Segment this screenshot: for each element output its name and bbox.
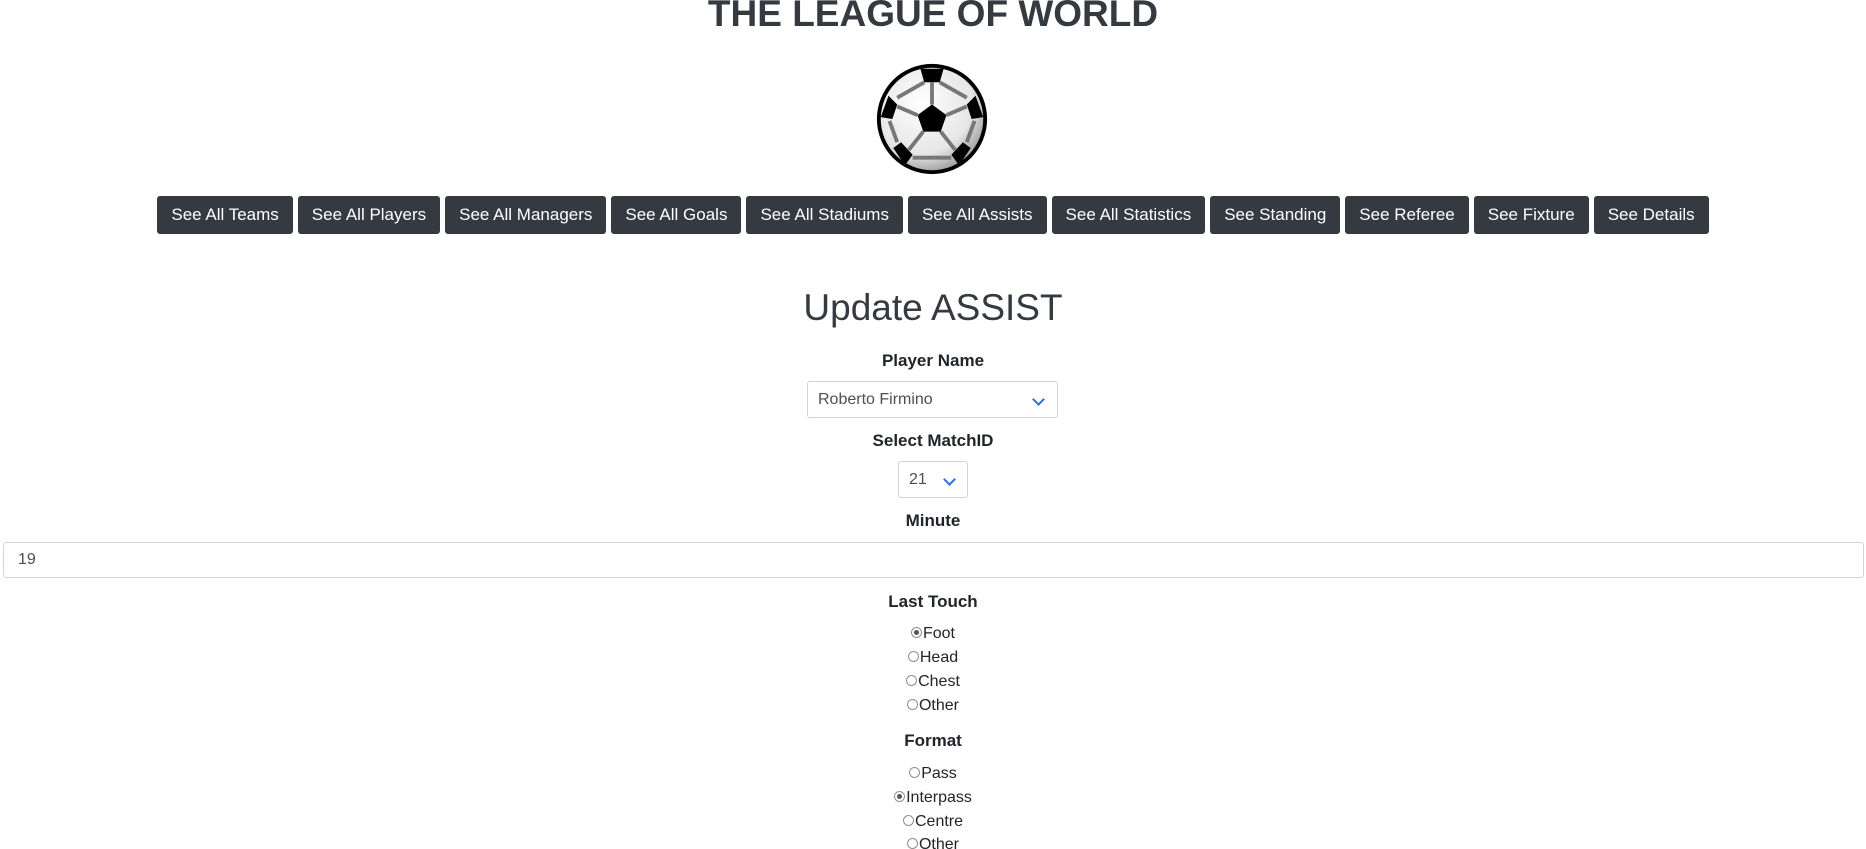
player-name-value: Roberto Firmino <box>818 391 933 408</box>
minute-input[interactable] <box>3 542 1864 578</box>
format-option-interpass[interactable]: Interpass <box>0 788 1866 808</box>
see-details-button[interactable]: See Details <box>1593 196 1709 234</box>
see-all-teams-button[interactable]: See All Teams <box>157 196 293 234</box>
last-touch-option-other[interactable]: Other <box>0 696 1866 716</box>
see-standing-button[interactable]: See Standing <box>1210 196 1341 234</box>
form-title: Update ASSIST <box>803 287 1063 328</box>
page: THE LEAGUE OF WORLD See All Teams See Al… <box>0 0 1866 849</box>
see-all-managers-button[interactable]: See All Managers <box>445 196 607 234</box>
radio-icon[interactable] <box>902 814 914 826</box>
minute-label: Minute <box>905 511 961 530</box>
format-option-other[interactable]: Other <box>0 835 1866 849</box>
last-touch-label: Last Touch <box>888 592 978 611</box>
see-all-assists-button[interactable]: See All Assists <box>907 196 1047 234</box>
radio-icon[interactable] <box>906 837 918 849</box>
last-touch-option-foot[interactable]: Foot <box>0 624 1866 644</box>
match-id-select[interactable]: 21 <box>898 461 968 498</box>
radio-icon[interactable] <box>906 698 918 710</box>
see-all-statistics-button[interactable]: See All Statistics <box>1051 196 1206 234</box>
format-label: Format <box>904 731 962 750</box>
see-all-players-button[interactable]: See All Players <box>297 196 441 234</box>
radio-icon[interactable] <box>907 650 919 662</box>
format-option-centre[interactable]: Centre <box>0 812 1866 832</box>
chevron-down-icon <box>1032 393 1045 406</box>
radio-checked-icon[interactable] <box>894 790 906 802</box>
radio-checked-icon[interactable] <box>910 626 922 638</box>
see-referee-button[interactable]: See Referee <box>1345 196 1469 234</box>
last-touch-option-chest[interactable]: Chest <box>0 672 1866 692</box>
radio-icon[interactable] <box>906 674 918 686</box>
player-name-label: Player Name <box>881 351 985 370</box>
match-id-label: Select MatchID <box>872 431 994 450</box>
match-id-value: 21 <box>909 471 927 488</box>
radio-icon[interactable] <box>909 766 921 778</box>
see-all-stadiums-button[interactable]: See All Stadiums <box>746 196 903 234</box>
player-name-select[interactable]: Roberto Firmino <box>807 381 1058 418</box>
main-nav: See All Teams See All Players See All Ma… <box>0 196 1866 234</box>
chevron-down-icon <box>943 473 956 486</box>
see-fixture-button[interactable]: See Fixture <box>1473 196 1589 234</box>
site-title: THE LEAGUE OF WORLD <box>707 0 1159 34</box>
format-option-pass[interactable]: Pass <box>0 764 1866 784</box>
see-all-goals-button[interactable]: See All Goals <box>611 196 742 234</box>
last-touch-option-head[interactable]: Head <box>0 648 1866 668</box>
soccer-ball-icon <box>876 63 988 175</box>
